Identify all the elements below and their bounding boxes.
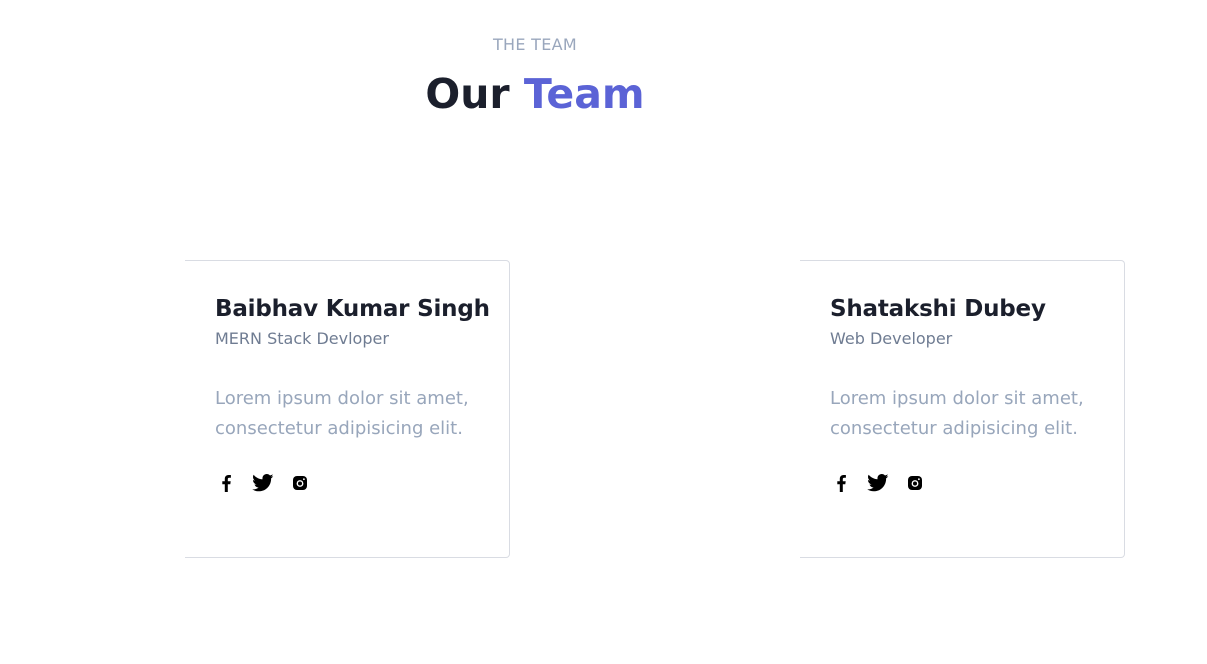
twitter-icon <box>252 474 274 492</box>
title-word-team: Team <box>523 70 645 118</box>
twitter-link[interactable] <box>252 472 274 494</box>
facebook-icon <box>837 475 846 492</box>
facebook-icon <box>222 475 231 492</box>
twitter-link[interactable] <box>867 472 889 494</box>
member-name: Shatakshi Dubey <box>830 296 1046 322</box>
team-member-card: Baibhav Kumar Singh MERN Stack Devloper … <box>185 260 510 558</box>
section-title: Our Team <box>0 66 1070 122</box>
member-role: Web Developer <box>830 329 953 348</box>
member-role: MERN Stack Devloper <box>215 329 389 348</box>
instagram-link[interactable] <box>904 472 926 494</box>
facebook-link[interactable] <box>215 472 237 494</box>
member-bio: Lorem ipsum dolor sit amet, consectetur … <box>215 388 469 439</box>
instagram-icon <box>293 476 307 490</box>
instagram-icon <box>908 476 922 490</box>
twitter-icon <box>867 474 889 492</box>
team-member-card: Shatakshi Dubey Web Developer Lorem ipsu… <box>800 260 1125 558</box>
title-word-our: Our <box>425 70 510 118</box>
social-links <box>215 472 495 494</box>
member-name: Baibhav Kumar Singh <box>215 296 490 322</box>
member-bio: Lorem ipsum dolor sit amet, consectetur … <box>830 388 1084 439</box>
section-eyebrow: THE TEAM <box>492 35 578 54</box>
social-links <box>830 472 1110 494</box>
facebook-link[interactable] <box>830 472 852 494</box>
instagram-link[interactable] <box>289 472 311 494</box>
